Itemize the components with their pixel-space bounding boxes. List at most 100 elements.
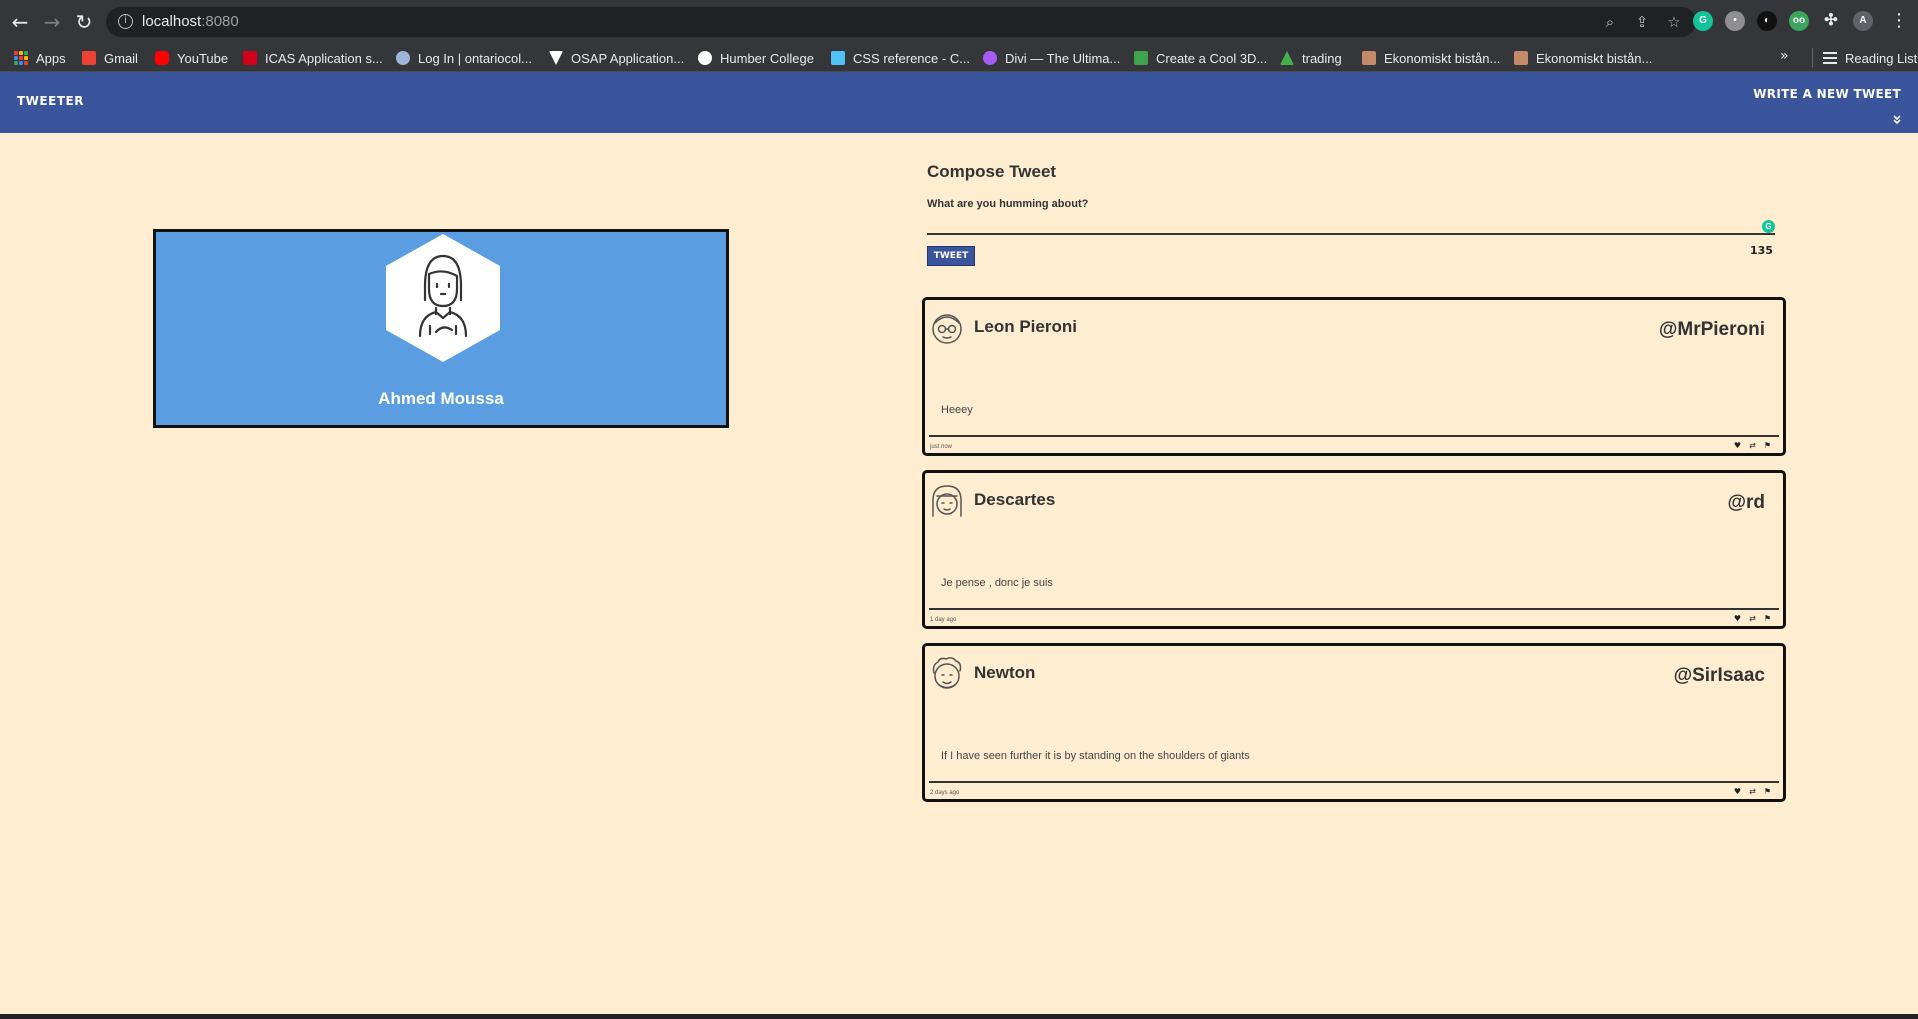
bookmark-css-reference[interactable]: CSS reference - C... xyxy=(831,48,970,68)
tweet-card: Leon Pieroni @MrPieroni Heeey just now ♥… xyxy=(922,297,1786,456)
browser-toolbar: ← → ↻ i localhost:8080 ⌕ ⇪ ☆ G • ◐ oo ✣ … xyxy=(0,0,1918,44)
character-counter: 135 xyxy=(1750,244,1773,257)
tweet-author-handle: @MrPieroni xyxy=(1658,319,1765,340)
tweet-card: Descartes @rd Je pense , donc je suis 1 … xyxy=(922,470,1786,629)
back-arrow-icon[interactable]: ← xyxy=(8,10,32,34)
tweet-timestamp: 2 days ago xyxy=(930,790,960,796)
tweet-timestamp: just now xyxy=(930,444,953,450)
divi-icon xyxy=(983,51,997,65)
bookmark-divi[interactable]: Divi — The Ultima... xyxy=(983,48,1120,68)
tweet-divider xyxy=(929,435,1779,437)
flag-icon[interactable]: ⚑ xyxy=(1763,614,1772,623)
site-info-icon[interactable]: i xyxy=(118,14,133,29)
grammarly-extension-icon[interactable]: G xyxy=(1693,11,1713,31)
retweet-icon[interactable]: ⇄ xyxy=(1748,614,1757,623)
envato-icon xyxy=(1134,51,1148,65)
forward-arrow-icon[interactable]: → xyxy=(40,10,64,34)
bookmark-gmail[interactable]: Gmail xyxy=(82,48,138,68)
profile-name: Ahmed Moussa xyxy=(378,389,504,408)
bookmark-icas[interactable]: ICAS Application s... xyxy=(243,48,383,68)
reading-list-icon xyxy=(1823,52,1837,64)
tweet-author-handle: @rd xyxy=(1727,492,1765,513)
extension-glasses-icon[interactable]: oo xyxy=(1789,11,1809,31)
humber-icon xyxy=(698,51,712,65)
bookmark-ekonomiskt-2[interactable]: Ekonomiskt bistån... xyxy=(1514,48,1652,68)
bookmark-osap[interactable]: OSAP Application... xyxy=(549,48,684,68)
bookmark-label: Humber College xyxy=(720,50,814,66)
top-nav: Tweeter Write a new tweet xyxy=(0,72,1918,133)
write-new-tweet-link[interactable]: Write a new tweet xyxy=(1753,87,1901,101)
bookmark-label: ICAS Application s... xyxy=(265,50,383,66)
extensions-puzzle-icon[interactable]: ✣ xyxy=(1821,11,1841,31)
tweet-text: Je pense , donc je suis xyxy=(941,577,1053,589)
bookmarks-bar: Apps Gmail YouTube ICAS Application s...… xyxy=(0,44,1918,72)
tweet-submit-button[interactable]: Tweet xyxy=(927,246,975,266)
share-icon[interactable]: ⇪ xyxy=(1632,12,1652,32)
bookmark-label: Gmail xyxy=(104,50,138,66)
address-url[interactable]: localhost:8080 xyxy=(142,13,239,30)
curly-hair-face-icon xyxy=(932,657,962,689)
glasses-face-icon xyxy=(932,314,962,344)
bookmark-create-3d[interactable]: Create a Cool 3D... xyxy=(1134,48,1267,68)
bookmark-label: YouTube xyxy=(177,50,229,66)
bookmark-label: Divi — The Ultima... xyxy=(1005,50,1121,66)
flag-icon[interactable]: ⚑ xyxy=(1763,787,1772,796)
double-chevron-down-icon[interactable] xyxy=(1891,114,1903,126)
bookmark-star-icon[interactable]: ☆ xyxy=(1664,12,1684,32)
like-heart-icon[interactable]: ♥ xyxy=(1733,787,1742,796)
extension-circle-icon[interactable]: • xyxy=(1725,11,1745,31)
tweet-text: Heeey xyxy=(941,404,973,416)
bookmark-youtube[interactable]: YouTube xyxy=(155,48,228,68)
tweet-author-name: Descartes xyxy=(974,490,1056,509)
osap-icon xyxy=(549,51,563,65)
tweet-author-name: Newton xyxy=(974,663,1036,682)
bookmark-trading[interactable]: trading xyxy=(1280,48,1342,68)
ontariocol-icon xyxy=(396,51,410,65)
user-avatar-icon xyxy=(386,234,500,362)
tweet-author-name: Leon Pieroni xyxy=(974,317,1077,336)
address-bar[interactable]: i localhost:8080 ⌕ ⇪ ☆ xyxy=(106,7,1696,37)
bookmark-apps[interactable]: Apps xyxy=(14,48,66,68)
bookmark-label: CSS reference - C... xyxy=(853,50,971,66)
tradingview-icon xyxy=(1280,51,1294,65)
zoom-icon[interactable]: ⌕ xyxy=(1600,12,1620,32)
flag-icon[interactable]: ⚑ xyxy=(1763,441,1772,450)
retweet-icon[interactable]: ⇄ xyxy=(1748,441,1757,450)
gmail-icon xyxy=(82,51,96,65)
tweet-timestamp: 1 day ago xyxy=(930,617,957,623)
reload-icon[interactable]: ↻ xyxy=(72,10,96,34)
tweet-text-input[interactable] xyxy=(927,212,1775,235)
bookmarks-overflow-icon[interactable]: » xyxy=(1780,48,1789,64)
bookmark-label: Log In | ontariocol... xyxy=(418,50,532,66)
extension-dark-icon[interactable]: ◐ xyxy=(1757,11,1777,31)
bookmark-humber[interactable]: Humber College xyxy=(698,48,814,68)
tweet-author-handle: @SirIsaac xyxy=(1673,665,1765,686)
bookmark-label: Ekonomiskt bistån... xyxy=(1536,50,1653,66)
bookmark-label: OSAP Application... xyxy=(571,50,685,66)
bob-hair-face-icon xyxy=(932,485,962,517)
page-viewport: Tweeter Write a new tweet Ahmed Moussa xyxy=(0,72,1918,1014)
browser-menu-icon[interactable]: ⋮ xyxy=(1890,10,1908,31)
ekonomiskt-icon xyxy=(1514,51,1528,65)
ekonomiskt-icon xyxy=(1362,51,1376,65)
profile-card: Ahmed Moussa xyxy=(153,229,729,428)
retweet-icon[interactable]: ⇄ xyxy=(1748,787,1757,796)
bookmark-ekonomiskt-1[interactable]: Ekonomiskt bistån... xyxy=(1362,48,1500,68)
bookmark-label: Apps xyxy=(36,50,66,66)
tweet-divider xyxy=(929,608,1779,610)
grammarly-icon[interactable]: G xyxy=(1762,220,1775,233)
tweet-card: Newton @SirIsaac If I have seen further … xyxy=(922,643,1786,802)
apps-grid-icon xyxy=(14,51,28,65)
reading-list-button[interactable]: Reading List xyxy=(1812,48,1917,68)
like-heart-icon[interactable]: ♥ xyxy=(1733,614,1742,623)
like-heart-icon[interactable]: ♥ xyxy=(1733,441,1742,450)
youtube-icon xyxy=(155,51,169,65)
maple-leaf-icon xyxy=(243,51,257,65)
tweet-text: If I have seen further it is by standing… xyxy=(941,750,1250,762)
brand-logo[interactable]: Tweeter xyxy=(17,94,84,108)
profile-avatar-icon[interactable]: A xyxy=(1853,11,1873,31)
bookmark-label: Ekonomiskt bistån... xyxy=(1384,50,1501,66)
url-host: localhost xyxy=(142,13,202,30)
bookmark-ontariocol[interactable]: Log In | ontariocol... xyxy=(396,48,532,68)
bookmark-label: trading xyxy=(1302,50,1342,66)
